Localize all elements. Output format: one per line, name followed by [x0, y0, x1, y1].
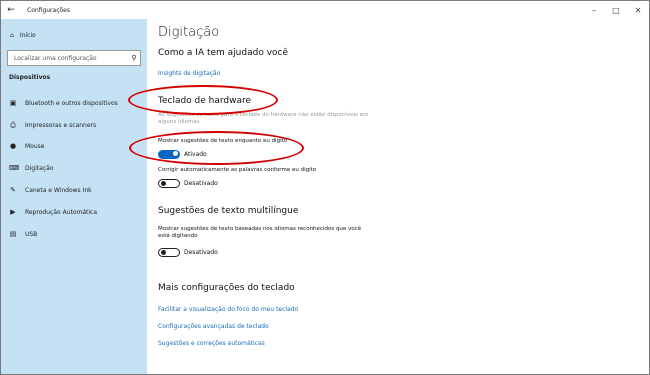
sidebar-item-label: USB	[25, 230, 38, 238]
sidebar-item-autoplay[interactable]: ▶ Reprodução Automática	[9, 208, 97, 216]
ia-heading: Como a IA tem ajudado você	[158, 48, 289, 58]
focus-visibility-link[interactable]: Facilitar a visualização do foco do meu …	[158, 306, 298, 313]
autocorrect-toggle[interactable]	[158, 179, 180, 188]
annotation-ellipse-hardware	[128, 85, 278, 115]
suggestions-autocorrect-link[interactable]: Sugestões e correções automáticas	[158, 340, 265, 347]
settings-window: ← Configurações – □ ✕ ⌂ Início Localizar…	[0, 0, 650, 375]
home-icon: ⌂	[10, 32, 14, 39]
maximize-icon[interactable]: □	[605, 1, 627, 19]
sidebar-item-pen[interactable]: ✎ Caneta e Windows Ink	[9, 186, 92, 194]
multilingual-state: Desativado	[184, 249, 218, 256]
title-bar: ← Configurações – □ ✕	[1, 1, 649, 19]
autocorrect-label: Corrigir automaticamente as palavras con…	[158, 167, 317, 173]
sidebar-item-printers[interactable]: ⎙ Impressoras e scanners	[9, 121, 96, 130]
sidebar-item-label: Reprodução Automática	[25, 208, 98, 216]
home-label: Início	[19, 32, 36, 39]
mouse-icon: ●	[9, 142, 17, 150]
sidebar-item-label: Digitação	[25, 164, 54, 172]
sidebar-item-label: Caneta e Windows Ink	[25, 186, 92, 194]
close-icon[interactable]: ✕	[627, 1, 649, 19]
bluetooth-icon: ▣	[9, 99, 17, 107]
sidebar-section-title: Dispositivos	[9, 74, 51, 81]
insights-link[interactable]: Insights de digitação	[158, 70, 220, 77]
autoplay-icon: ▶	[10, 208, 16, 216]
arrow-left-icon[interactable]: ←	[1, 5, 21, 15]
multilingual-toggle[interactable]	[158, 248, 180, 257]
sidebar-item-bluetooth[interactable]: ▣ Bluetooth e outros dispositivos	[9, 99, 118, 107]
page-title: Digitação	[158, 25, 220, 40]
autocorrect-state: Desativado	[184, 180, 218, 187]
search-box[interactable]: Localizar uma configuração ⚲	[7, 50, 141, 66]
search-input[interactable]: Localizar uma configuração	[14, 55, 128, 62]
sidebar-item-label: Bluetooth e outros dispositivos	[25, 99, 118, 107]
sidebar-item-label: Mouse	[25, 142, 45, 150]
toggle-knob	[161, 181, 166, 186]
search-icon[interactable]: ⚲	[128, 54, 140, 62]
more-settings-heading: Mais configurações do teclado	[158, 283, 295, 293]
sidebar-item-typing[interactable]: ⌨ Digitação	[9, 164, 53, 172]
multilingual-heading: Sugestões de texto multilíngue	[158, 206, 299, 216]
toggle-knob	[161, 250, 166, 255]
home-link[interactable]: ⌂ Início	[10, 32, 36, 39]
main-content: Digitação Como a IA tem ajudado você Ins…	[148, 19, 648, 374]
keyboard-icon: ⌨	[9, 164, 20, 172]
printer-icon: ⎙	[10, 121, 16, 129]
annotation-ellipse-suggestions	[129, 131, 304, 165]
sidebar-item-label: Impressoras e scanners	[25, 122, 97, 129]
advanced-keyboard-link[interactable]: Configurações avançadas de teclado	[158, 323, 269, 330]
sidebar-item-usb[interactable]: ▤ USB	[9, 230, 38, 238]
usb-icon: ▤	[9, 230, 17, 238]
window-title: Configurações	[27, 6, 70, 14]
sidebar: ⌂ Início Localizar uma configuração ⚲ Di…	[1, 19, 147, 374]
multilingual-desc: Mostrar sugestões de texto baseadas nos …	[158, 226, 362, 239]
window-controls: – □ ✕	[583, 1, 649, 19]
sidebar-item-mouse[interactable]: ● Mouse	[9, 142, 45, 150]
minimize-icon[interactable]: –	[583, 1, 605, 19]
pen-icon: ✎	[10, 186, 16, 194]
